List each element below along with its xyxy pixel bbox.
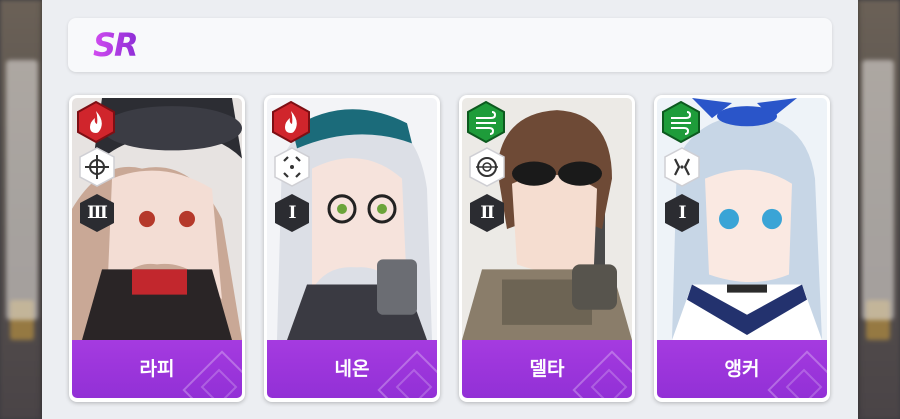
burst-level: Ⅰ <box>678 203 687 223</box>
fire-element-icon <box>77 101 115 143</box>
fire-element-icon <box>272 101 310 143</box>
scope-icon <box>469 147 505 187</box>
character-name: 네온 <box>334 358 370 380</box>
wind-element-icon <box>662 101 700 143</box>
character-card[interactable]: Ⅱ 델타 <box>459 95 635 402</box>
bracket-icon <box>664 147 700 187</box>
character-card[interactable]: Ⅰ 앵커 <box>654 95 830 402</box>
character-card[interactable]: Ⅲ 라피 <box>69 95 245 402</box>
character-name: 라피 <box>139 358 175 380</box>
character-card[interactable]: Ⅰ 네온 <box>264 95 440 402</box>
burst-badge: Ⅱ <box>469 193 505 233</box>
burst-level: Ⅲ <box>87 203 108 223</box>
backdrop-right <box>856 0 900 419</box>
name-bar: 앵커 <box>657 340 827 398</box>
character-name: 앵커 <box>724 358 760 380</box>
name-bar: 네온 <box>267 340 437 398</box>
crosshair-icon <box>79 147 115 187</box>
name-bar: 델타 <box>462 340 632 398</box>
burst-level: Ⅰ <box>288 203 297 223</box>
backdrop-left <box>0 0 44 419</box>
grade-header: SR <box>68 18 832 72</box>
burst-badge: Ⅰ <box>274 193 310 233</box>
sr-grade-logo: SR <box>93 26 139 64</box>
burst-badge: Ⅲ <box>79 193 115 233</box>
name-bar: 라피 <box>72 340 242 398</box>
character-name: 델타 <box>529 358 565 380</box>
reticle-icon <box>274 147 310 187</box>
wind-element-icon <box>467 101 505 143</box>
character-panel: SR Ⅲ 라피 Ⅰ 네온 Ⅱ 델타 Ⅰ 앵커 <box>42 0 858 419</box>
burst-level: Ⅱ <box>480 203 494 223</box>
burst-badge: Ⅰ <box>664 193 700 233</box>
